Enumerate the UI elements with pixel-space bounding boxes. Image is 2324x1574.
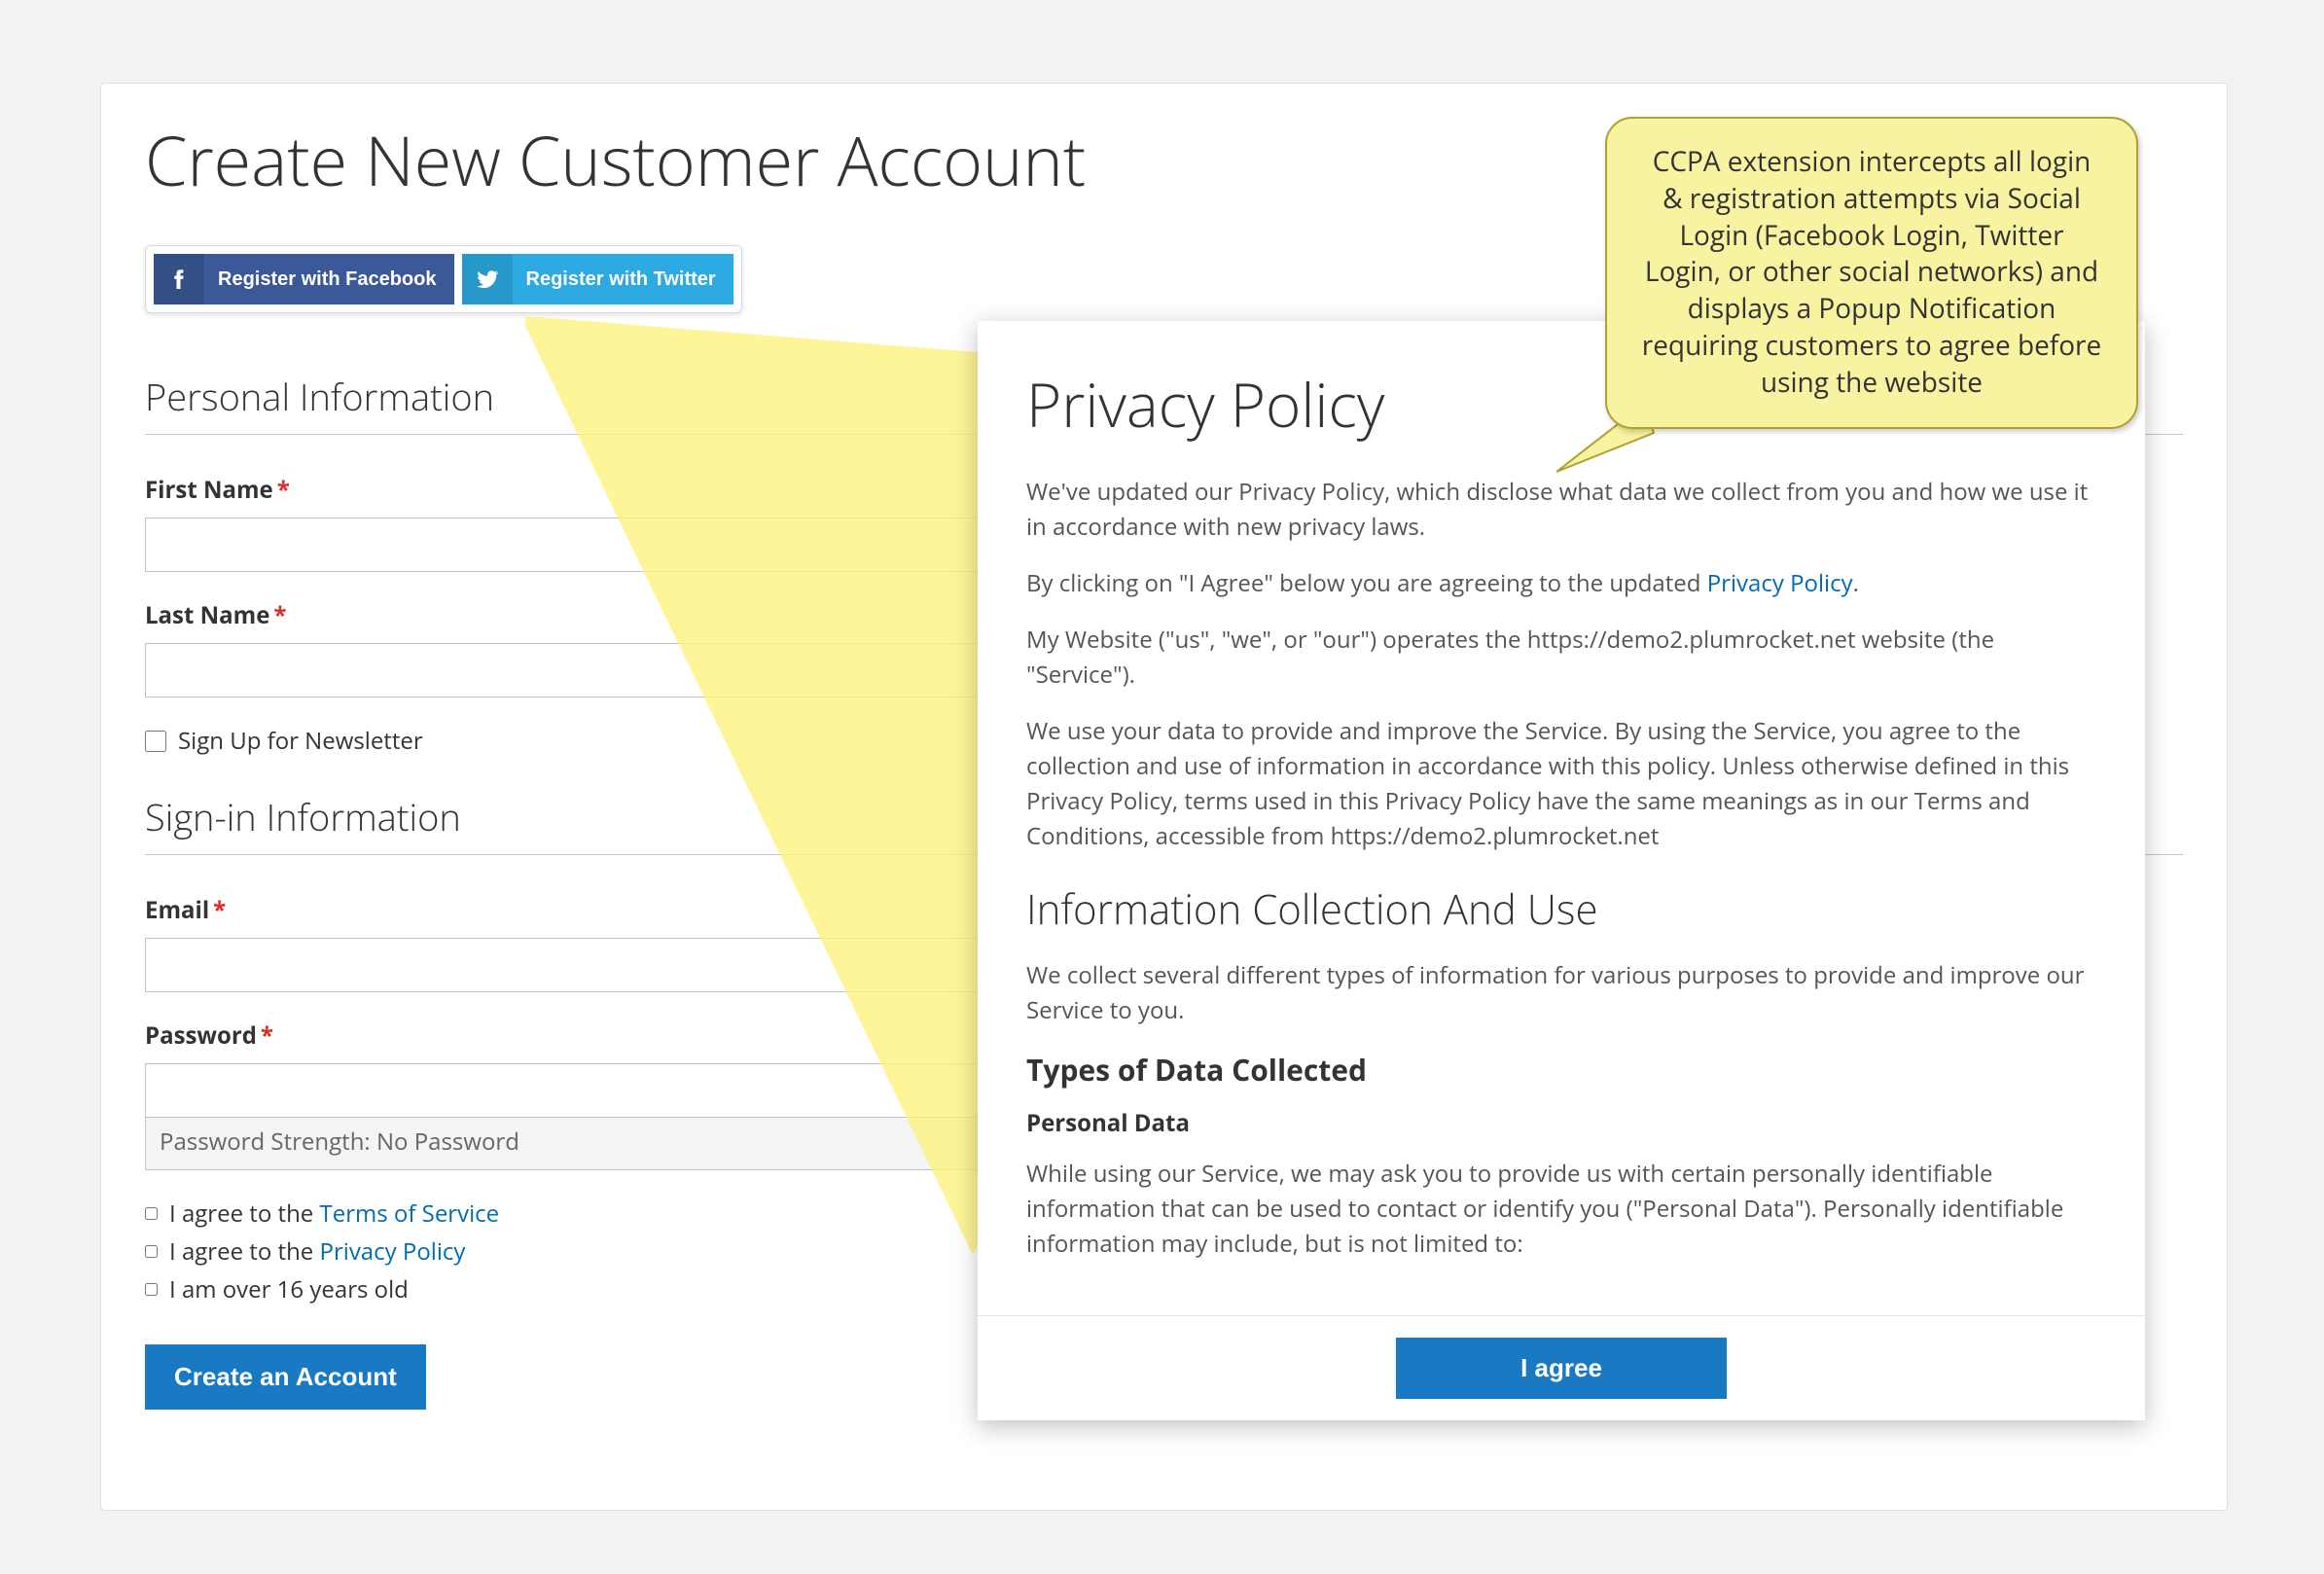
twitter-icon — [462, 254, 513, 304]
popup-para-2: By clicking on "I Agree" below you are a… — [1026, 566, 2096, 601]
popup-para-4: We use your data to provide and improve … — [1026, 714, 2096, 854]
popup-para-5: We collect several different types of in… — [1026, 958, 2096, 1028]
agree-pp-checkbox[interactable] — [145, 1245, 158, 1258]
annotation-callout: CCPA extension intercepts all login & re… — [1605, 117, 2138, 429]
popup-h4-personal: Personal Data — [1026, 1107, 2096, 1139]
social-login-group: Register with Facebook Register with Twi… — [145, 245, 742, 313]
create-account-button[interactable]: Create an Account — [145, 1344, 426, 1410]
pp-link[interactable]: Privacy Policy — [320, 1235, 466, 1268]
popup-para-3: My Website ("us", "we", or "our") operat… — [1026, 623, 2096, 693]
popup-footer: I agree — [978, 1315, 2145, 1420]
agree-tos-label: I agree to the Terms of Service — [169, 1198, 499, 1230]
popup-para-6: While using our Service, we may ask you … — [1026, 1157, 2096, 1262]
agree-pp-label: I agree to the Privacy Policy — [169, 1235, 465, 1268]
twitter-button-label: Register with Twitter — [526, 268, 716, 291]
newsletter-label: Sign Up for Newsletter — [178, 725, 423, 757]
popup-h2-info-collection: Information Collection And Use — [1026, 881, 2096, 937]
i-agree-button[interactable]: I agree — [1396, 1338, 1727, 1399]
tos-link[interactable]: Terms of Service — [320, 1198, 500, 1230]
newsletter-checkbox[interactable] — [145, 731, 166, 752]
register-facebook-button[interactable]: Register with Facebook — [154, 254, 454, 304]
agree-age-label: I am over 16 years old — [169, 1273, 409, 1306]
popup-privacy-link[interactable]: Privacy Policy — [1707, 567, 1853, 599]
facebook-icon — [154, 254, 204, 304]
register-twitter-button[interactable]: Register with Twitter — [462, 254, 733, 304]
popup-h3-types: Types of Data Collected — [1026, 1050, 2096, 1090]
facebook-button-label: Register with Facebook — [218, 268, 437, 291]
agree-tos-checkbox[interactable] — [145, 1207, 158, 1220]
agree-age-checkbox[interactable] — [145, 1283, 158, 1296]
